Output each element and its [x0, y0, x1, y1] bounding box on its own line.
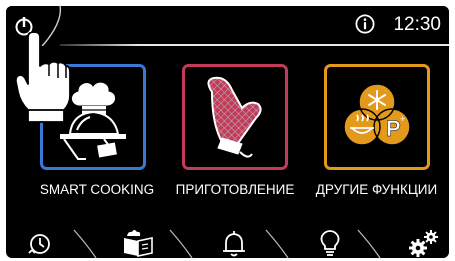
- oven-mitt-icon: [182, 64, 288, 170]
- svg-text:P: P: [386, 116, 401, 141]
- alarm-bell-button[interactable]: [214, 226, 254, 258]
- clock: 12:30: [393, 14, 441, 35]
- pointing-hand-cursor-icon: [14, 32, 71, 123]
- timer-button[interactable]: [24, 226, 64, 258]
- oven-control-screen: 12:30 SMART COOKING ПРИГОТОВЛЕНИЕ P + ДР…: [6, 6, 449, 258]
- bottom-bar: [6, 226, 449, 258]
- settings-button[interactable]: [404, 226, 444, 258]
- oven-light-button[interactable]: [310, 226, 350, 258]
- functions-circles-icon: P +: [324, 64, 430, 170]
- recipe-book-icon: [124, 230, 153, 257]
- tile-label-smart-cooking: SMART COOKING: [39, 182, 155, 197]
- tile-label-other-functions: ДРУГИЕ ФУНКЦИИ: [315, 182, 438, 197]
- bell-icon: [223, 231, 245, 257]
- top-bar-underline: [60, 44, 449, 46]
- tile-cooking[interactable]: [182, 64, 288, 170]
- timer-icon: [28, 234, 50, 254]
- lightbulb-icon: [320, 230, 340, 256]
- svg-text:+: +: [400, 114, 405, 124]
- tile-other-functions[interactable]: P +: [324, 64, 430, 170]
- recipe-book-button[interactable]: [118, 226, 158, 258]
- tile-label-cooking: ПРИГОТОВЛЕНИЕ: [175, 182, 295, 197]
- info-circle-icon: [355, 14, 375, 34]
- settings-gears-icon: [409, 230, 438, 257]
- info-button[interactable]: [355, 14, 375, 34]
